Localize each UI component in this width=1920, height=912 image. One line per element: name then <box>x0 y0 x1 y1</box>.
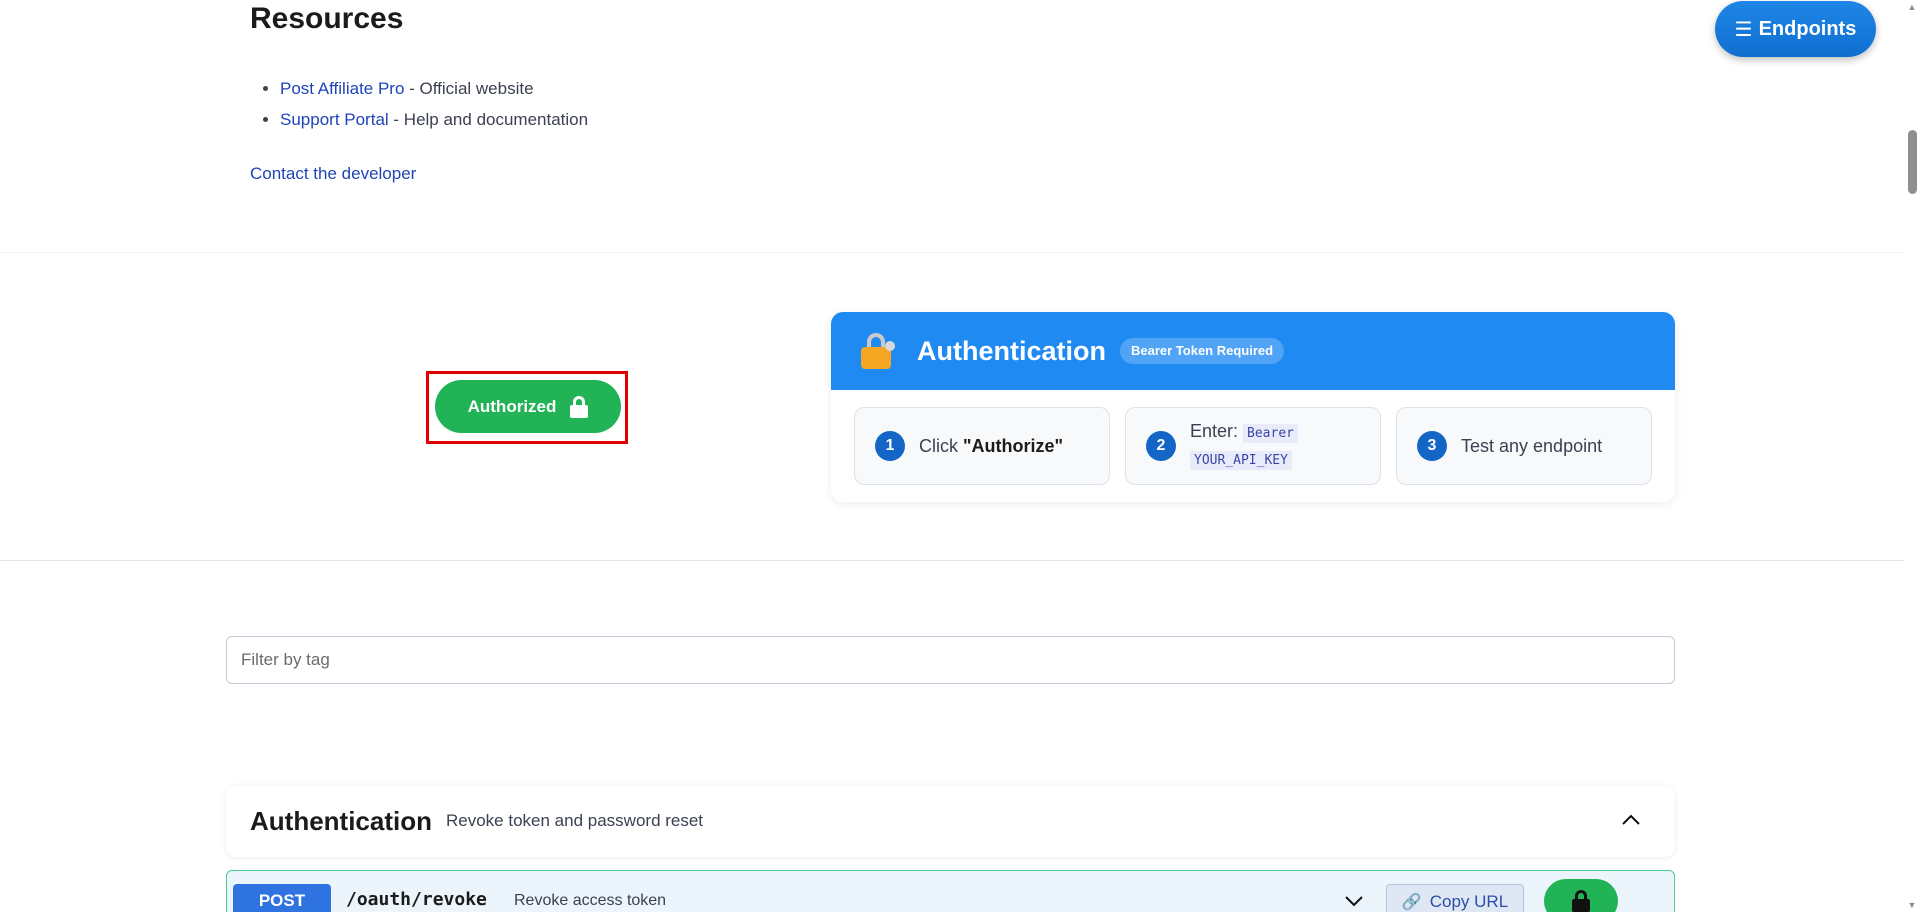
tag-section-authentication[interactable]: Authentication Revoke token and password… <box>226 785 1675 857</box>
step-number: 1 <box>875 431 905 461</box>
auth-step-2: 2 Enter: Bearer YOUR_API_KEY <box>1125 407 1381 485</box>
chevron-up-icon[interactable] <box>1621 810 1641 830</box>
contact-developer-link[interactable]: Contact the developer <box>250 164 416 184</box>
chevron-down-icon[interactable] <box>1344 894 1364 908</box>
list-item: Support Portal - Help and documentation <box>280 109 588 140</box>
menu-icon: ☰ <box>1734 18 1753 41</box>
operation-path: /oauth/revoke <box>346 889 487 910</box>
lock-icon <box>1572 890 1590 912</box>
filter-by-tag-input[interactable] <box>226 636 1675 684</box>
auth-steps: 1 Click "Authorize" 2 Enter: Bearer YOUR_… <box>831 390 1675 485</box>
scroll-thumb[interactable] <box>1908 130 1917 194</box>
page-scrollbar[interactable]: ▲ ▼ <box>1904 0 1920 912</box>
endpoints-menu-button[interactable]: ☰ Endpoints <box>1715 1 1876 57</box>
step-number: 3 <box>1417 431 1447 461</box>
lock-icon <box>570 395 589 418</box>
copy-url-label: Copy URL <box>1429 892 1509 911</box>
step-number: 2 <box>1146 431 1176 461</box>
operation-summary: Revoke access token <box>514 892 667 909</box>
resources-heading: Resources <box>250 2 404 35</box>
locked-with-key-icon <box>861 333 897 369</box>
step-text: Click "Authorize" <box>919 435 1064 456</box>
auth-card-title: Authentication <box>917 335 1106 366</box>
bearer-required-badge: Bearer Token Required <box>1120 338 1285 364</box>
post-affiliate-pro-link[interactable]: Post Affiliate Pro <box>280 79 404 98</box>
operation-post-oauth-revoke[interactable]: POST /oauth/revoke Revoke access token 🔗… <box>226 870 1675 912</box>
authorize-button[interactable]: Authorized <box>435 380 621 433</box>
endpoints-label: Endpoints <box>1758 17 1857 40</box>
scroll-up-arrow-icon[interactable]: ▲ <box>1907 2 1917 12</box>
step-text: Test any endpoint <box>1461 435 1603 456</box>
support-portal-link[interactable]: Support Portal <box>280 110 389 129</box>
auth-step-3: 3 Test any endpoint <box>1396 407 1652 485</box>
bearer-code: Bearer <box>1243 424 1298 443</box>
step-text: Enter: Bearer YOUR_API_KEY <box>1190 419 1298 473</box>
api-key-code: YOUR_API_KEY <box>1190 451 1292 470</box>
tag-title: Authentication <box>250 805 432 836</box>
auth-card-header: Authentication Bearer Token Required <box>831 312 1675 390</box>
copy-url-button[interactable]: 🔗 Copy URL <box>1386 884 1524 912</box>
resource-description: - Help and documentation <box>388 110 589 129</box>
tag-description: Revoke token and password reset <box>446 811 704 830</box>
resource-description: - Official website <box>404 79 534 98</box>
scroll-down-arrow-icon[interactable]: ▼ <box>1907 900 1917 910</box>
link-icon: 🔗 <box>1401 894 1422 911</box>
operation-authorize-button[interactable] <box>1544 879 1618 912</box>
authorize-label: Authorized <box>467 396 557 416</box>
list-item: Post Affiliate Pro - Official website <box>280 78 588 109</box>
resources-list: Post Affiliate Pro - Official website Su… <box>280 78 588 140</box>
auth-step-1: 1 Click "Authorize" <box>854 407 1110 485</box>
authentication-info-card: Authentication Bearer Token Required 1 C… <box>831 312 1675 502</box>
http-method-badge: POST <box>233 884 331 912</box>
